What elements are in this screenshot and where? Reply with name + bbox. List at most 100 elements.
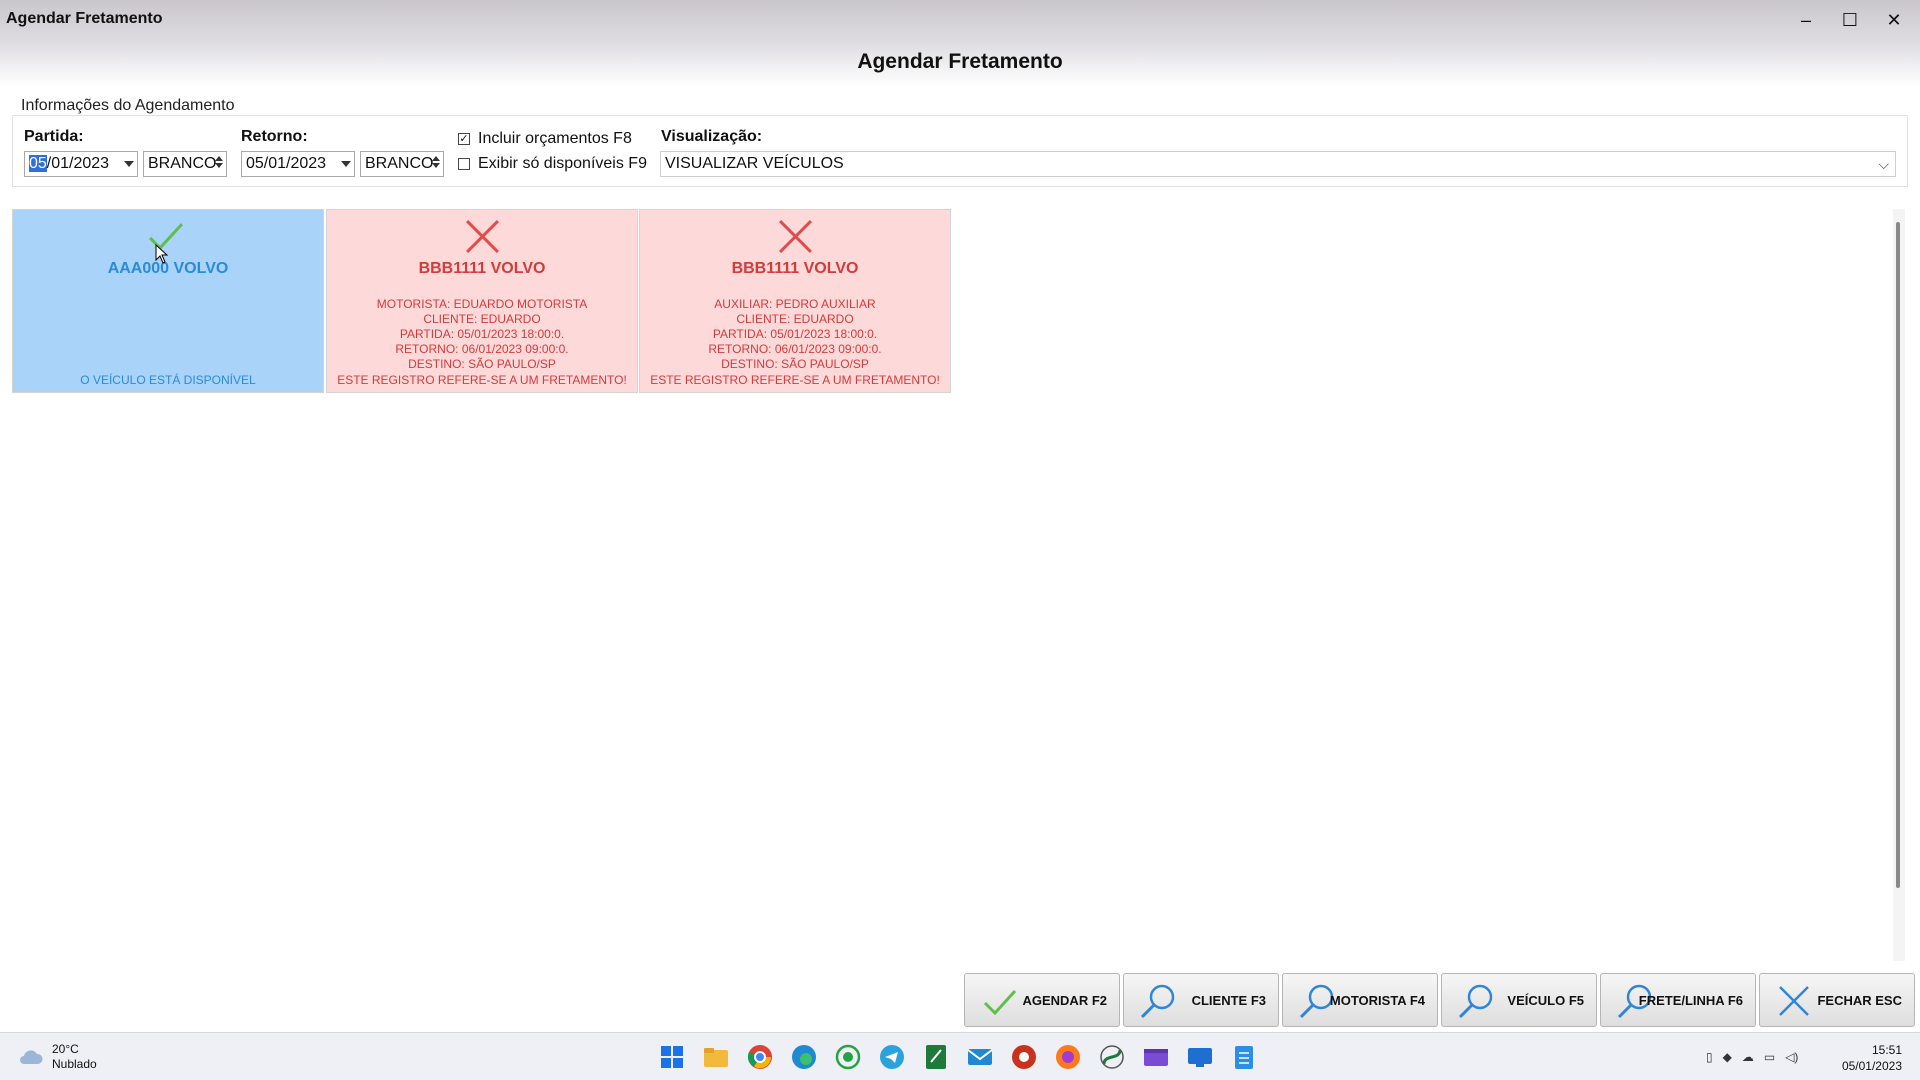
edge-icon[interactable] — [789, 1042, 819, 1072]
usb-icon[interactable]: ▯ — [1706, 1050, 1713, 1064]
vehicle-card-footer: O VEÍCULO ESTÁ DISPONÍVEL — [80, 373, 256, 387]
frete-linha-label: FRETE/LINHA F6 — [1638, 993, 1743, 1008]
vehicle-card-unavailable[interactable]: BBB1111 VOLVO MOTORISTA: EDUARDO MOTORIS… — [326, 209, 638, 393]
mail-app-icon[interactable] — [965, 1042, 995, 1072]
checkbox-checked-icon[interactable]: ✓ — [458, 133, 470, 145]
cross-icon — [466, 220, 499, 253]
window-title: Agendar Fretamento — [6, 10, 163, 27]
window-titlebar: Agendar Fretamento – ☐ ✕ — [0, 0, 1920, 40]
network-icon[interactable]: ▭ — [1764, 1050, 1775, 1064]
notepad-icon[interactable] — [1229, 1042, 1259, 1072]
clock[interactable]: 15:51 05/01/2023 — [1842, 1042, 1902, 1074]
only-available-label: Exibir só disponíveis F9 — [478, 155, 647, 172]
partida-date-field[interactable]: 05/01/2023 — [24, 151, 138, 177]
clock-time: 15:51 — [1871, 1043, 1902, 1057]
search-icon — [1458, 984, 1493, 1019]
retorno-color-value: BRANCO — [365, 155, 434, 172]
veiculo-label: VEÍCULO F5 — [1507, 993, 1584, 1008]
frete-linha-button[interactable]: FRETE/LINHA F6 — [1600, 973, 1756, 1027]
detail-line: RETORNO: 06/01/2023 09:00:0. — [708, 342, 882, 356]
security-icon[interactable]: ◆ — [1723, 1050, 1732, 1064]
checkbox-unchecked-icon[interactable] — [458, 158, 470, 170]
file-explorer-icon[interactable] — [701, 1042, 731, 1072]
chevron-down-icon[interactable]: ⌵ — [1878, 156, 1889, 173]
search-icon — [1140, 984, 1175, 1019]
partida-date-selected: 05 — [29, 155, 47, 172]
taskbar: 20°C Nublado ▯ ◆ ☁ ▭ ◁) 15:51 05/01/2023 — [0, 1032, 1920, 1080]
cloud-icon — [20, 1050, 43, 1064]
maximize-icon: ☐ — [1841, 9, 1859, 30]
detail-line: RETORNO: 06/01/2023 09:00:0. — [395, 342, 569, 356]
weather-desc: Nublado — [52, 1057, 97, 1071]
agendar-button[interactable]: AGENDAR F2 — [964, 973, 1120, 1027]
page-title: Agendar Fretamento — [857, 50, 1063, 73]
vehicle-card-footer: ESTE REGISTRO REFERE-SE A UM FRETAMENTO! — [337, 373, 627, 387]
retorno-color-field[interactable]: BRANCO — [360, 151, 444, 177]
spinner-icon[interactable] — [214, 154, 224, 174]
retorno-date-value: 05/01/2023 — [246, 155, 327, 172]
taskbar-apps — [657, 1042, 1273, 1072]
close-icon: ✕ — [1886, 9, 1902, 30]
cloud-sync-icon[interactable]: ☁ — [1742, 1050, 1754, 1064]
only-available-checkbox[interactable]: Exibir só disponíveis F9 — [458, 155, 647, 173]
fechar-label: FECHAR ESC — [1817, 993, 1902, 1008]
windows-start-icon[interactable] — [657, 1042, 687, 1072]
vehicle-card-footer: ESTE REGISTRO REFERE-SE A UM FRETAMENTO! — [650, 373, 940, 387]
agendar-label: AGENDAR F2 — [1022, 993, 1107, 1008]
weather-widget[interactable]: 20°C Nublado — [18, 1042, 97, 1072]
detail-line: AUXILIAR: PEDRO AUXILIAR — [714, 297, 876, 311]
weather-temp: 20°C — [52, 1042, 79, 1056]
firefox-icon[interactable] — [1053, 1042, 1083, 1072]
cross-icon — [779, 220, 812, 253]
detail-line: CLIENTE: EDUARDO — [423, 312, 541, 326]
spreadsheet-icon[interactable] — [921, 1042, 951, 1072]
minimize-icon: – — [1800, 9, 1811, 30]
video-editor-icon[interactable] — [1141, 1042, 1171, 1072]
retorno-label: Retorno: — [241, 128, 308, 145]
detail-line: DESTINO: SÃO PAULO/SP — [721, 357, 869, 371]
detail-line: DESTINO: SÃO PAULO/SP — [408, 357, 556, 371]
retorno-date-field[interactable]: 05/01/2023 — [241, 151, 355, 177]
detail-line: CLIENTE: EDUARDO — [736, 312, 854, 326]
cliente-button[interactable]: CLIENTE F3 — [1123, 973, 1279, 1027]
maximize-button[interactable]: ☐ — [1828, 0, 1872, 40]
check-icon — [983, 989, 1017, 1016]
group-legend: Informações do Agendamento — [18, 97, 238, 115]
antivirus-icon[interactable] — [1009, 1042, 1039, 1072]
vehicle-card-details: AUXILIAR: PEDRO AUXILIAR CLIENTE: EDUARD… — [640, 297, 950, 372]
telegram-icon[interactable] — [877, 1042, 907, 1072]
include-quotes-checkbox[interactable]: ✓ Incluir orçamentos F8 — [458, 130, 632, 148]
system-tray: ▯ ◆ ☁ ▭ ◁) — [1706, 1050, 1808, 1064]
chevron-down-icon[interactable] — [341, 161, 351, 167]
partida-color-value: BRANCO — [148, 155, 217, 172]
spinner-icon[interactable] — [431, 154, 441, 174]
cliente-label: CLIENTE F3 — [1191, 993, 1266, 1008]
chrome-icon[interactable] — [745, 1042, 775, 1072]
clock-date: 05/01/2023 — [1841, 1059, 1902, 1073]
motorista-button[interactable]: MOTORISTA F4 — [1282, 973, 1438, 1027]
visualizacao-value: VISUALIZAR VEÍCULOS — [665, 155, 844, 172]
vehicle-card-title: BBB1111 VOLVO — [418, 260, 546, 277]
partida-color-field[interactable]: BRANCO — [143, 151, 227, 177]
volume-icon[interactable]: ◁) — [1785, 1050, 1798, 1064]
detail-line: MOTORISTA: EDUARDO MOTORISTA — [376, 297, 588, 311]
vehicle-card-available[interactable]: AAA000 VOLVO O VEÍCULO ESTÁ DISPONÍVEL — [12, 209, 324, 393]
mouse-cursor-icon — [155, 244, 169, 264]
visualizacao-select[interactable]: VISUALIZAR VEÍCULOS ⌵ — [660, 151, 1896, 177]
vehicle-card-details: MOTORISTA: EDUARDO MOTORISTA CLIENTE: ED… — [327, 297, 637, 372]
remote-desktop-icon[interactable] — [1185, 1042, 1215, 1072]
vehicle-card-unavailable[interactable]: BBB1111 VOLVO AUXILIAR: PEDRO AUXILIAR C… — [639, 209, 951, 393]
close-icon — [1779, 986, 1809, 1016]
motorista-label: MOTORISTA F4 — [1329, 993, 1425, 1008]
detail-line: PARTIDA: 05/01/2023 18:00:0. — [712, 327, 878, 341]
veiculo-button[interactable]: VEÍCULO F5 — [1441, 973, 1597, 1027]
vehicle-card-title: BBB1111 VOLVO — [731, 260, 859, 277]
scrollbar-thumb[interactable] — [1896, 222, 1900, 888]
close-button[interactable]: ✕ — [1872, 0, 1916, 40]
system-app-icon[interactable] — [1097, 1042, 1127, 1072]
chevron-down-icon[interactable] — [124, 161, 134, 167]
fechar-button[interactable]: FECHAR ESC — [1759, 973, 1915, 1027]
include-quotes-label: Incluir orçamentos F8 — [478, 130, 632, 147]
minimize-button[interactable]: – — [1784, 0, 1828, 40]
whatsapp-icon[interactable] — [833, 1042, 863, 1072]
